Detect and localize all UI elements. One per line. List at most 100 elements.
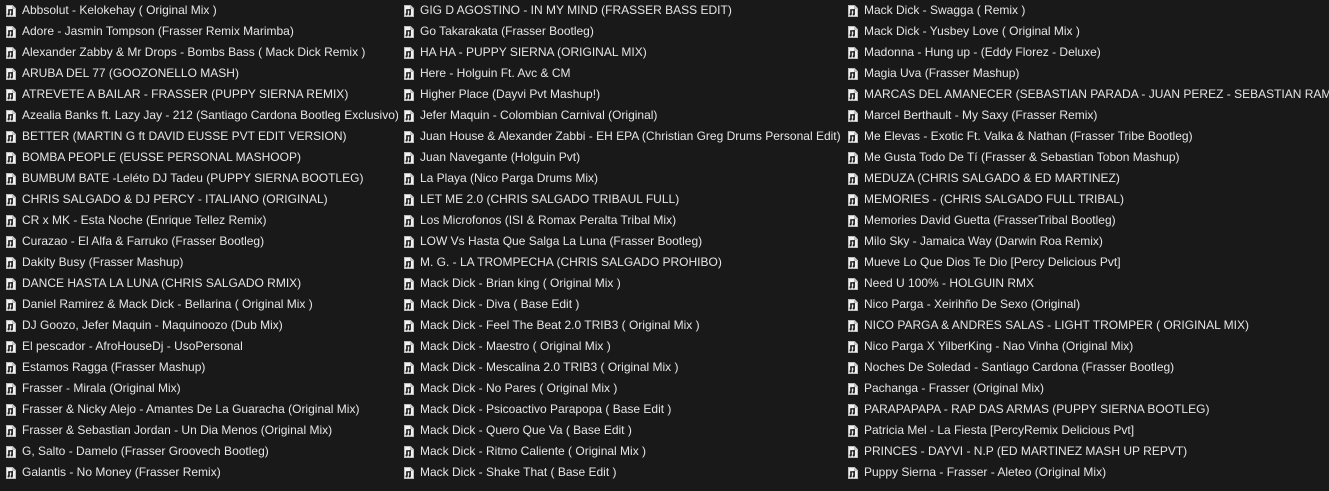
list-item[interactable]: Me Gusta Todo De Tí (Frasser & Sebastian… bbox=[847, 147, 1329, 168]
list-item[interactable]: MEMORIES - (CHRIS SALGADO FULL TRIBAL) bbox=[847, 189, 1329, 210]
list-item[interactable]: Adore - Jasmin Tompson (Frasser Remix Ma… bbox=[5, 21, 398, 42]
list-item[interactable]: Mack Dick - Shake That ( Base Edit ) bbox=[403, 462, 843, 483]
list-item[interactable]: Nico Parga - Xeirihño De Sexo (Original) bbox=[847, 294, 1329, 315]
list-item[interactable]: Azealia Banks ft. Lazy Jay - 212 (Santia… bbox=[5, 105, 398, 126]
file-name: Mack Dick - Diva ( Base Edit ) bbox=[420, 297, 580, 311]
list-item[interactable]: Daniel Ramirez & Mack Dick - Bellarina (… bbox=[5, 294, 398, 315]
list-item[interactable]: Magia Uva (Frasser Mashup) bbox=[847, 63, 1329, 84]
audio-file-icon bbox=[848, 340, 858, 353]
file-name: GIG D AGOSTINO - IN MY MIND (FRASSER BAS… bbox=[420, 3, 732, 17]
audio-file-icon bbox=[848, 46, 858, 59]
audio-file-icon bbox=[404, 193, 414, 206]
audio-file-icon bbox=[848, 151, 858, 164]
list-item[interactable]: Noches De Soledad - Santiago Cardona (Fr… bbox=[847, 357, 1329, 378]
file-name: Memories David Guetta (FrasserTribal Boo… bbox=[864, 213, 1116, 227]
list-item[interactable]: HA HA - PUPPY SIERNA (ORIGINAL MIX) bbox=[403, 42, 843, 63]
audio-file-icon bbox=[848, 235, 858, 248]
list-item[interactable]: Estamos Ragga (Frasser Mashup) bbox=[5, 357, 398, 378]
list-item[interactable]: Mack Dick - Maestro ( Original Mix ) bbox=[403, 336, 843, 357]
list-item[interactable]: Dakity Busy (Frasser Mashup) bbox=[5, 252, 398, 273]
file-name: Daniel Ramirez & Mack Dick - Bellarina (… bbox=[22, 297, 313, 311]
audio-file-icon bbox=[848, 25, 858, 38]
file-name: LET ME 2.0 (CHRIS SALGADO TRIBAUL FULL) bbox=[420, 192, 680, 206]
audio-file-icon bbox=[6, 67, 16, 80]
list-item[interactable]: MARCAS DEL AMANECER (SEBASTIAN PARADA - … bbox=[847, 84, 1329, 105]
list-item[interactable]: Puppy Sierna - Frasser - Aleteo (Origina… bbox=[847, 462, 1329, 483]
list-item[interactable]: M. G. - LA TROMPECHA (CHRIS SALGADO PROH… bbox=[403, 252, 843, 273]
file-name: Frasser - Mirala (Original Mix) bbox=[22, 381, 181, 395]
list-item[interactable]: Mack Dick - Yusbey Love ( Original Mix ) bbox=[847, 21, 1329, 42]
list-item[interactable]: Pachanga - Frasser (Original Mix) bbox=[847, 378, 1329, 399]
list-item[interactable]: Madonna - Hung up - (Eddy Florez - Delux… bbox=[847, 42, 1329, 63]
audio-file-icon bbox=[6, 46, 16, 59]
list-item[interactable]: Juan House & Alexander Zabbi - EH EPA (C… bbox=[403, 126, 843, 147]
list-item[interactable]: NICO PARGA & ANDRES SALAS - LIGHT TROMPE… bbox=[847, 315, 1329, 336]
list-item[interactable]: Juan Navegante (Holguin Pvt) bbox=[403, 147, 843, 168]
list-item[interactable]: BUMBUM BATE -Leléto DJ Tadeu (PUPPY SIER… bbox=[5, 168, 398, 189]
list-item[interactable]: Go Takarakata (Frasser Bootleg) bbox=[403, 21, 843, 42]
audio-file-icon bbox=[404, 4, 414, 17]
list-item[interactable]: CHRIS SALGADO & DJ PERCY - ITALIANO (ORI… bbox=[5, 189, 398, 210]
list-item[interactable]: G, Salto - Damelo (Frasser Groovech Boot… bbox=[5, 441, 398, 462]
list-item[interactable]: BOMBA PEOPLE (EUSSE PERSONAL MASHOOP) bbox=[5, 147, 398, 168]
list-item[interactable]: Milo Sky - Jamaica Way (Darwin Roa Remix… bbox=[847, 231, 1329, 252]
list-item[interactable]: MEDUZA (CHRIS SALGADO & ED MARTINEZ) bbox=[847, 168, 1329, 189]
list-item[interactable]: Here - Holguin Ft. Avc & CM bbox=[403, 63, 843, 84]
file-name: MEDUZA (CHRIS SALGADO & ED MARTINEZ) bbox=[864, 171, 1120, 185]
file-name: G, Salto - Damelo (Frasser Groovech Boot… bbox=[22, 444, 269, 458]
list-item[interactable]: DJ Goozo, Jefer Maquin - Maquinoozo (Dub… bbox=[5, 315, 398, 336]
list-item[interactable]: Mack Dick - Brian king ( Original Mix ) bbox=[403, 273, 843, 294]
list-item[interactable]: Jefer Maquin - Colombian Carnival (Origi… bbox=[403, 105, 843, 126]
audio-file-icon bbox=[848, 445, 858, 458]
list-item[interactable]: Mack Dick - Psicoactivo Parapopa ( Base … bbox=[403, 399, 843, 420]
list-item[interactable]: El pescador - AfroHouseDj - UsoPersonal bbox=[5, 336, 398, 357]
list-item[interactable]: Mack Dick - Diva ( Base Edit ) bbox=[403, 294, 843, 315]
list-item[interactable]: Me Elevas - Exotic Ft. Valka & Nathan (F… bbox=[847, 126, 1329, 147]
list-item[interactable]: ARUBA DEL 77 (GOOZONELLO MASH) bbox=[5, 63, 398, 84]
list-item[interactable]: PARAPAPAPA - RAP DAS ARMAS (PUPPY SIERNA… bbox=[847, 399, 1329, 420]
list-item[interactable]: ATREVETE A BAILAR - FRASSER (PUPPY SIERN… bbox=[5, 84, 398, 105]
file-name: DJ Goozo, Jefer Maquin - Maquinoozo (Dub… bbox=[22, 318, 283, 332]
list-item[interactable]: Memories David Guetta (FrasserTribal Boo… bbox=[847, 210, 1329, 231]
list-item[interactable]: Frasser & Nicky Alejo - Amantes De La Gu… bbox=[5, 399, 398, 420]
list-item[interactable]: Mack Dick - Quero Que Va ( Base Edit ) bbox=[403, 420, 843, 441]
list-item[interactable]: Marcel Berthault - My Saxy (Frasser Remi… bbox=[847, 105, 1329, 126]
list-item[interactable]: Alexander Zabby & Mr Drops - Bombs Bass … bbox=[5, 42, 398, 63]
audio-file-icon bbox=[404, 214, 414, 227]
file-name: Azealia Banks ft. Lazy Jay - 212 (Santia… bbox=[22, 108, 398, 122]
list-item[interactable]: DANCE HASTA LA LUNA (CHRIS SALGADO RMIX) bbox=[5, 273, 398, 294]
list-item[interactable]: Mueve Lo Que Dios Te Dio [Percy Deliciou… bbox=[847, 252, 1329, 273]
list-item[interactable]: Mack Dick - Ritmo Caliente ( Original Mi… bbox=[403, 441, 843, 462]
list-item[interactable]: PRINCES - DAYVI - N.P (ED MARTINEZ MASH … bbox=[847, 441, 1329, 462]
file-name: Noches De Soledad - Santiago Cardona (Fr… bbox=[864, 360, 1175, 374]
list-item[interactable]: BETTER (MARTIN G ft DAVID EUSSE PVT EDIT… bbox=[5, 126, 398, 147]
file-name: DANCE HASTA LA LUNA (CHRIS SALGADO RMIX) bbox=[22, 276, 302, 290]
list-item[interactable]: Mack Dick - Swagga ( Remix ) bbox=[847, 0, 1329, 21]
list-item[interactable]: Frasser & Sebastian Jordan - Un Dia Meno… bbox=[5, 420, 398, 441]
list-item[interactable]: Mack Dick - Mescalina 2.0 TRIB3 ( Origin… bbox=[403, 357, 843, 378]
audio-file-icon bbox=[848, 88, 858, 101]
list-item[interactable]: Patricia Mel - La Fiesta [PercyRemix Del… bbox=[847, 420, 1329, 441]
list-item[interactable]: GIG D AGOSTINO - IN MY MIND (FRASSER BAS… bbox=[403, 0, 843, 21]
list-item[interactable]: Los Microfonos (ISI & Romax Peralta Trib… bbox=[403, 210, 843, 231]
list-item[interactable]: LET ME 2.0 (CHRIS SALGADO TRIBAUL FULL) bbox=[403, 189, 843, 210]
list-item[interactable]: Higher Place (Dayvi Pvt Mashup!) bbox=[403, 84, 843, 105]
audio-file-icon bbox=[6, 424, 16, 437]
list-item[interactable]: Frasser - Mirala (Original Mix) bbox=[5, 378, 398, 399]
list-item[interactable]: CR x MK - Esta Noche (Enrique Tellez Rem… bbox=[5, 210, 398, 231]
audio-file-icon bbox=[6, 256, 16, 269]
list-item[interactable]: Mack Dick - No Pares ( Original Mix ) bbox=[403, 378, 843, 399]
file-name: ATREVETE A BAILAR - FRASSER (PUPPY SIERN… bbox=[22, 87, 349, 101]
audio-file-icon bbox=[848, 130, 858, 143]
list-item[interactable]: Mack Dick - Feel The Beat 2.0 TRIB3 ( Or… bbox=[403, 315, 843, 336]
list-item[interactable]: Curazao - El Alfa & Farruko (Frasser Boo… bbox=[5, 231, 398, 252]
list-item[interactable]: Nico Parga X YilberKing - Nao Vinha (Ori… bbox=[847, 336, 1329, 357]
list-item[interactable]: LOW Vs Hasta Que Salga La Luna (Frasser … bbox=[403, 231, 843, 252]
list-item[interactable]: Abbsolut - Kelokehay ( Original Mix ) bbox=[5, 0, 398, 21]
list-item[interactable]: Galantis - No Money (Frasser Remix) bbox=[5, 462, 398, 483]
audio-file-icon bbox=[6, 277, 16, 290]
list-item[interactable]: Need U 100% - HOLGUIN RMX bbox=[847, 273, 1329, 294]
audio-file-icon bbox=[848, 214, 858, 227]
list-item[interactable]: La Playa (Nico Parga Drums Mix) bbox=[403, 168, 843, 189]
audio-file-icon bbox=[848, 319, 858, 332]
